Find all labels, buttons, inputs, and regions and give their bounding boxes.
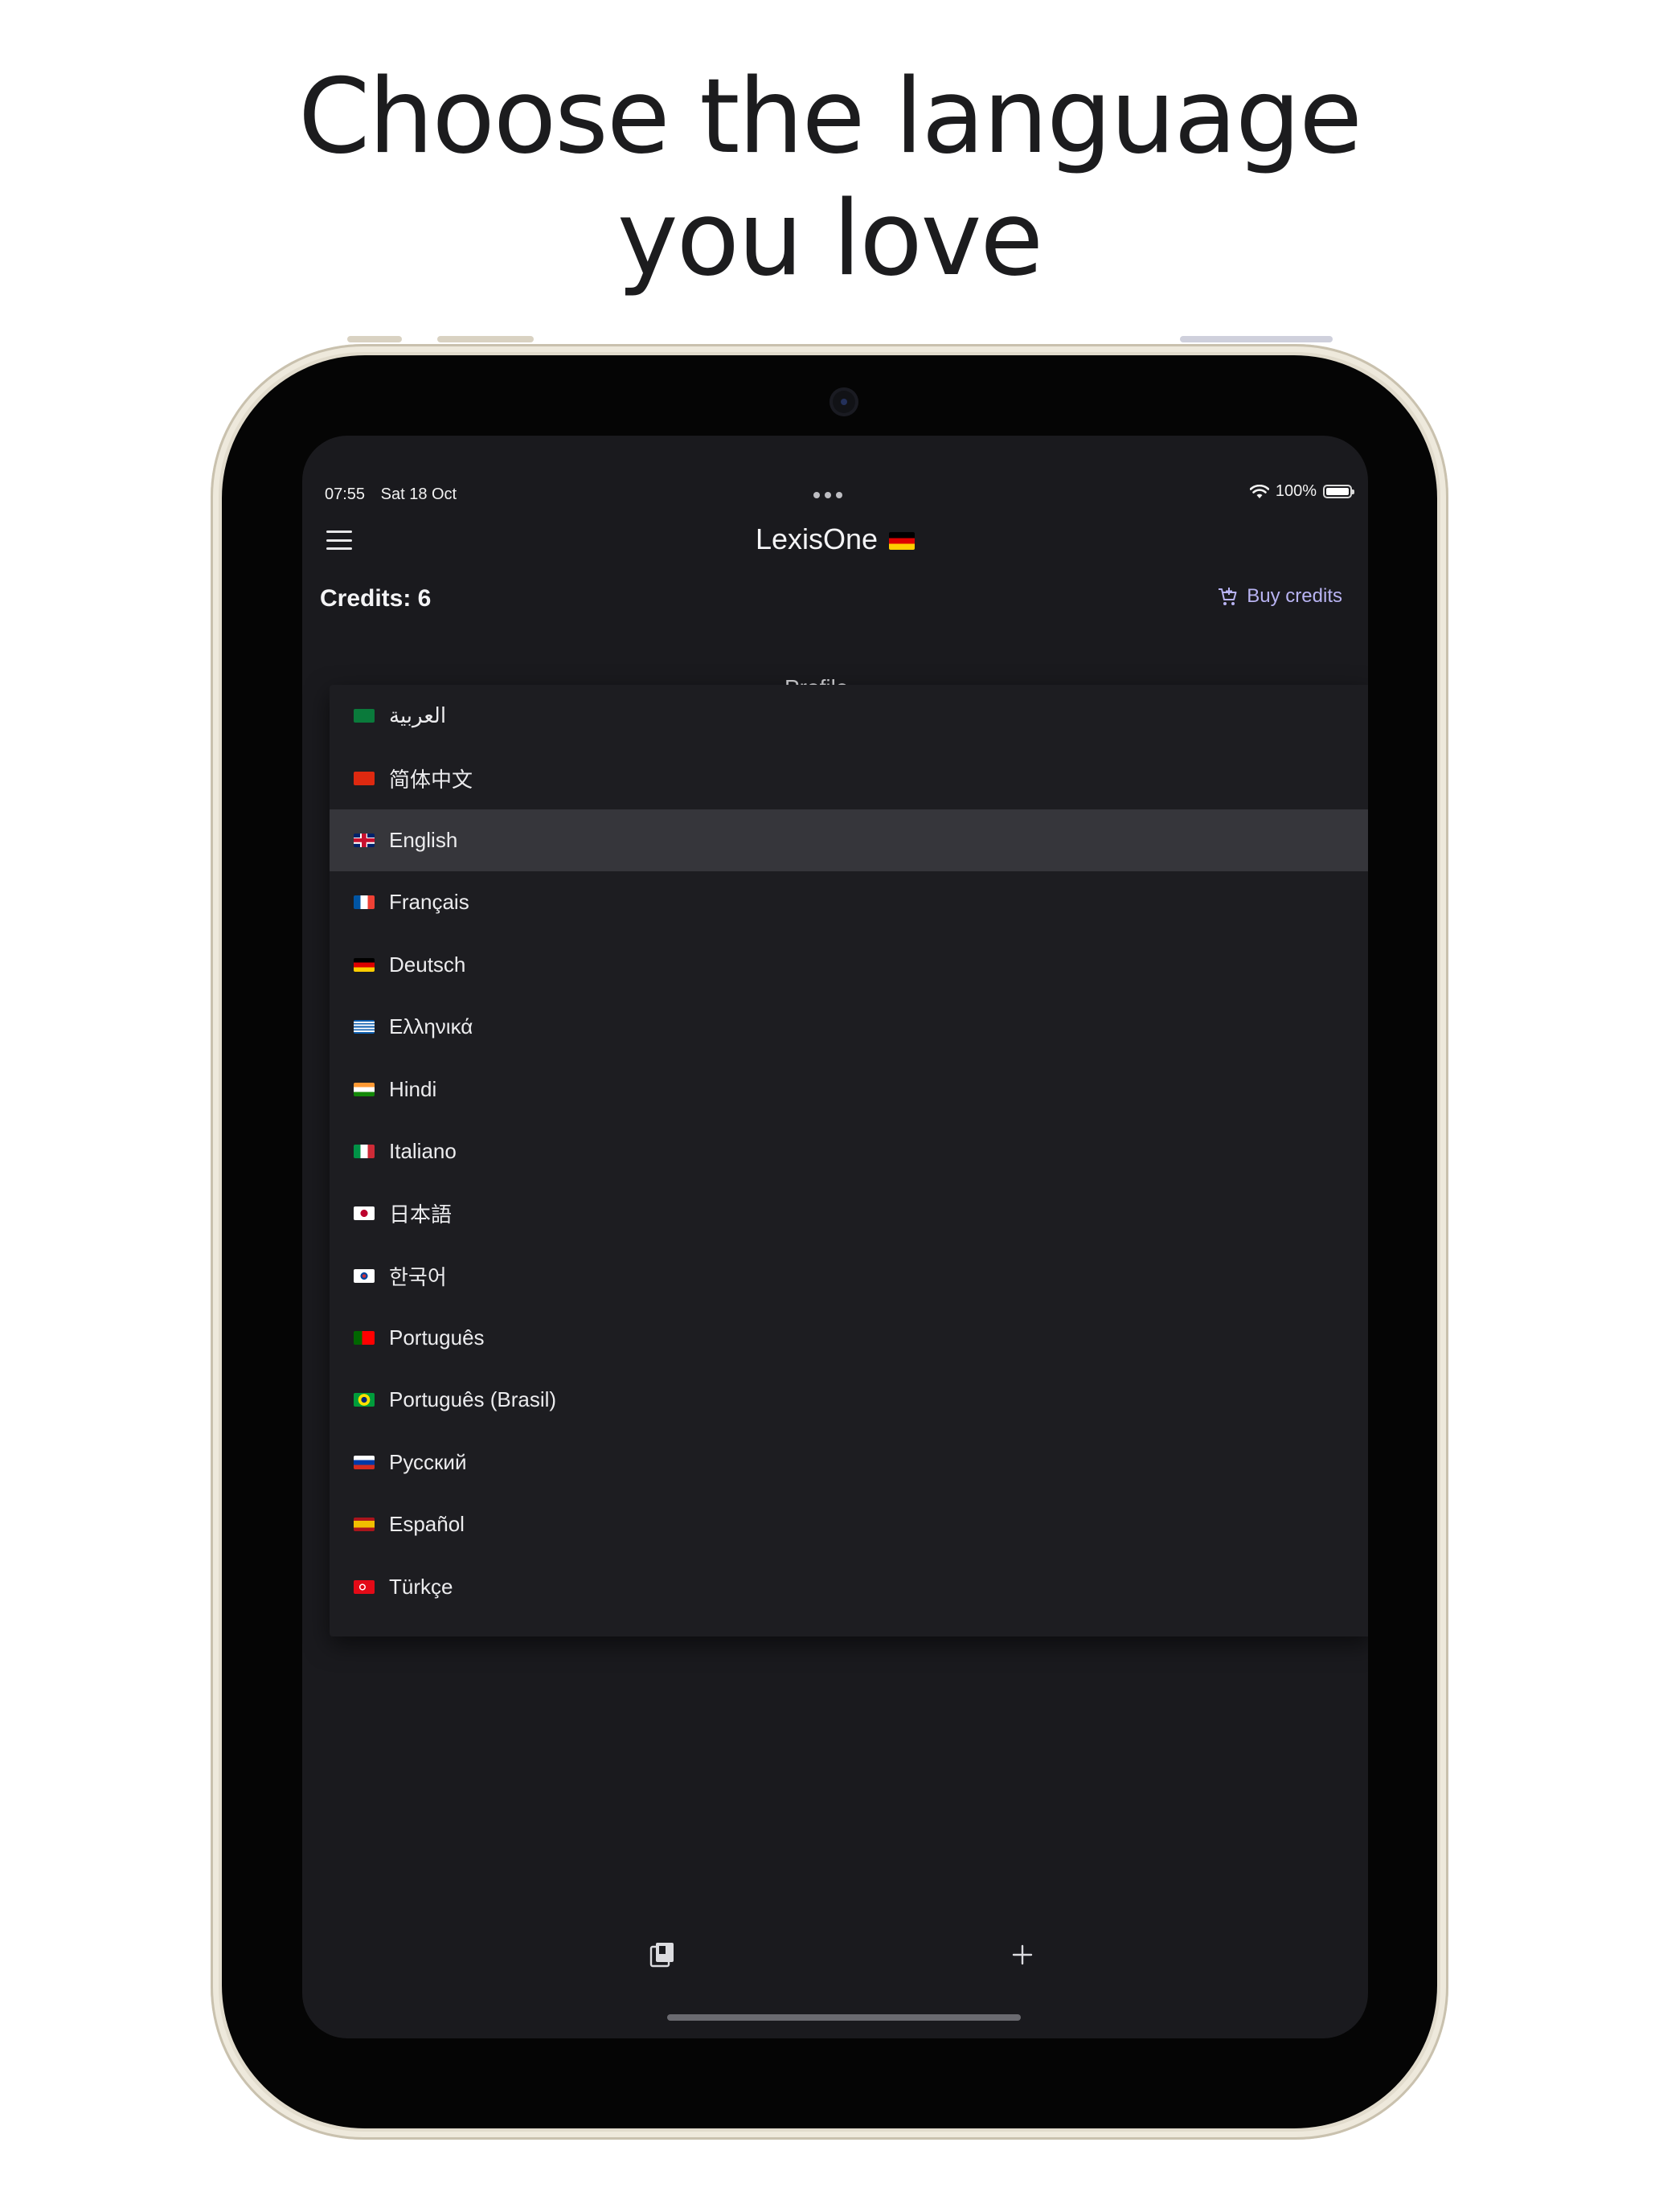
language-option[interactable]: Français [330,871,1368,933]
buy-credits-button[interactable]: Buy credits [1216,585,1342,608]
language-option-label: Italiano [389,1138,457,1163]
language-option-label: Deutsch [389,952,466,977]
flag-uk-icon [354,833,375,847]
language-option[interactable]: العربية [330,685,1368,747]
language-option-label: Ελληνικά [389,1014,473,1039]
language-option[interactable]: Deutsch [330,934,1368,996]
library-icon [649,1943,674,1968]
nav-profile-button[interactable] [1360,1931,1368,1979]
flag-brazil-icon [354,1393,375,1407]
headline: Choose the language you love [0,56,1659,301]
flag-china-icon [354,771,375,785]
app-title-text: LexisOne [755,522,879,555]
headline-line-1: Choose the language [298,57,1362,177]
cart-icon [1219,588,1237,605]
flag-spain-icon [354,1518,375,1532]
flag-greece-icon [354,1020,375,1034]
flag-portugal-icon [354,1331,375,1346]
language-option[interactable]: English [330,809,1368,872]
language-option[interactable]: Ελληνικά [330,996,1368,1058]
nav-add-button[interactable] [998,1931,1047,1979]
language-option-label: Français [389,890,469,915]
language-option-label: 简体中文 [389,767,473,792]
language-option-label: Português [389,1325,485,1350]
top-button-2 [437,336,534,342]
language-option-label: 日本語 [389,1202,453,1227]
flag-turkey-icon [354,1579,375,1594]
language-menu: العربية 简体中文 English Français Deutsch Ελληνικ… [330,685,1368,1636]
language-option[interactable]: Türkçe [330,1555,1368,1617]
credits-label: Credits: 6 [320,585,432,612]
language-option[interactable]: 简体中文 [330,747,1368,809]
flag-korea-icon [354,1268,375,1283]
status-time: 07:55 [325,485,366,503]
top-button-1 [347,336,402,342]
language-option[interactable]: 한국어 [330,1245,1368,1307]
language-option[interactable]: Hindi [330,1058,1368,1120]
flag-japan-icon [354,1206,375,1221]
language-option-label: 한국어 [389,1264,447,1289]
flag-france-icon [354,895,375,910]
top-button-3 [1180,336,1333,342]
bottom-navigation [302,1931,1368,2038]
app-title: LexisOne [302,522,1368,556]
wifi-icon [1249,484,1269,498]
add-icon [1012,1944,1033,1965]
language-option-label: Hindi [389,1076,437,1101]
battery-percent: 100% [1275,482,1317,500]
battery-icon [1323,485,1354,498]
buy-credits-label: Buy credits [1247,585,1342,607]
language-option[interactable]: Português [330,1307,1368,1369]
home-indicator[interactable] [667,2014,1021,2021]
language-option-label: English [389,827,458,852]
language-option-label: Türkçe [389,1574,453,1599]
nav-library-button[interactable] [638,1931,686,1979]
language-option[interactable]: Italiano [330,1120,1368,1182]
flag-germany-icon [354,957,375,972]
front-camera-icon [830,387,858,416]
status-date: Sat 18 Oct [380,485,457,503]
flag-italy-icon [354,1144,375,1158]
language-option[interactable]: Español [330,1493,1368,1555]
status-time-date: 07:55 Sat 18 Oct [325,485,468,504]
headline-line-2: you love [616,179,1043,299]
bezel: 07:55 Sat 18 Oct 100% LexisOne Credits: … [222,355,1437,2128]
language-option-label: Español [389,1512,465,1537]
language-option[interactable]: Русский [330,1432,1368,1493]
language-option[interactable]: 日本語 [330,1182,1368,1244]
language-option-label: Português (Brasil) [389,1387,557,1412]
flag-india-icon [354,1082,375,1096]
germany-flag-icon [889,532,916,551]
status-right: 100% [1249,482,1354,501]
language-option-label: العربية [389,703,447,728]
language-option-label: Русский [389,1449,467,1474]
screen: 07:55 Sat 18 Oct 100% LexisOne Credits: … [302,436,1368,2038]
language-option[interactable]: Português (Brasil) [330,1369,1368,1431]
tablet-device: 07:55 Sat 18 Oct 100% LexisOne Credits: … [211,336,1448,2140]
flag-russia-icon [354,1455,375,1469]
flag-saudi-arabia-icon [354,709,375,723]
multitasking-dots-icon[interactable] [813,492,842,498]
